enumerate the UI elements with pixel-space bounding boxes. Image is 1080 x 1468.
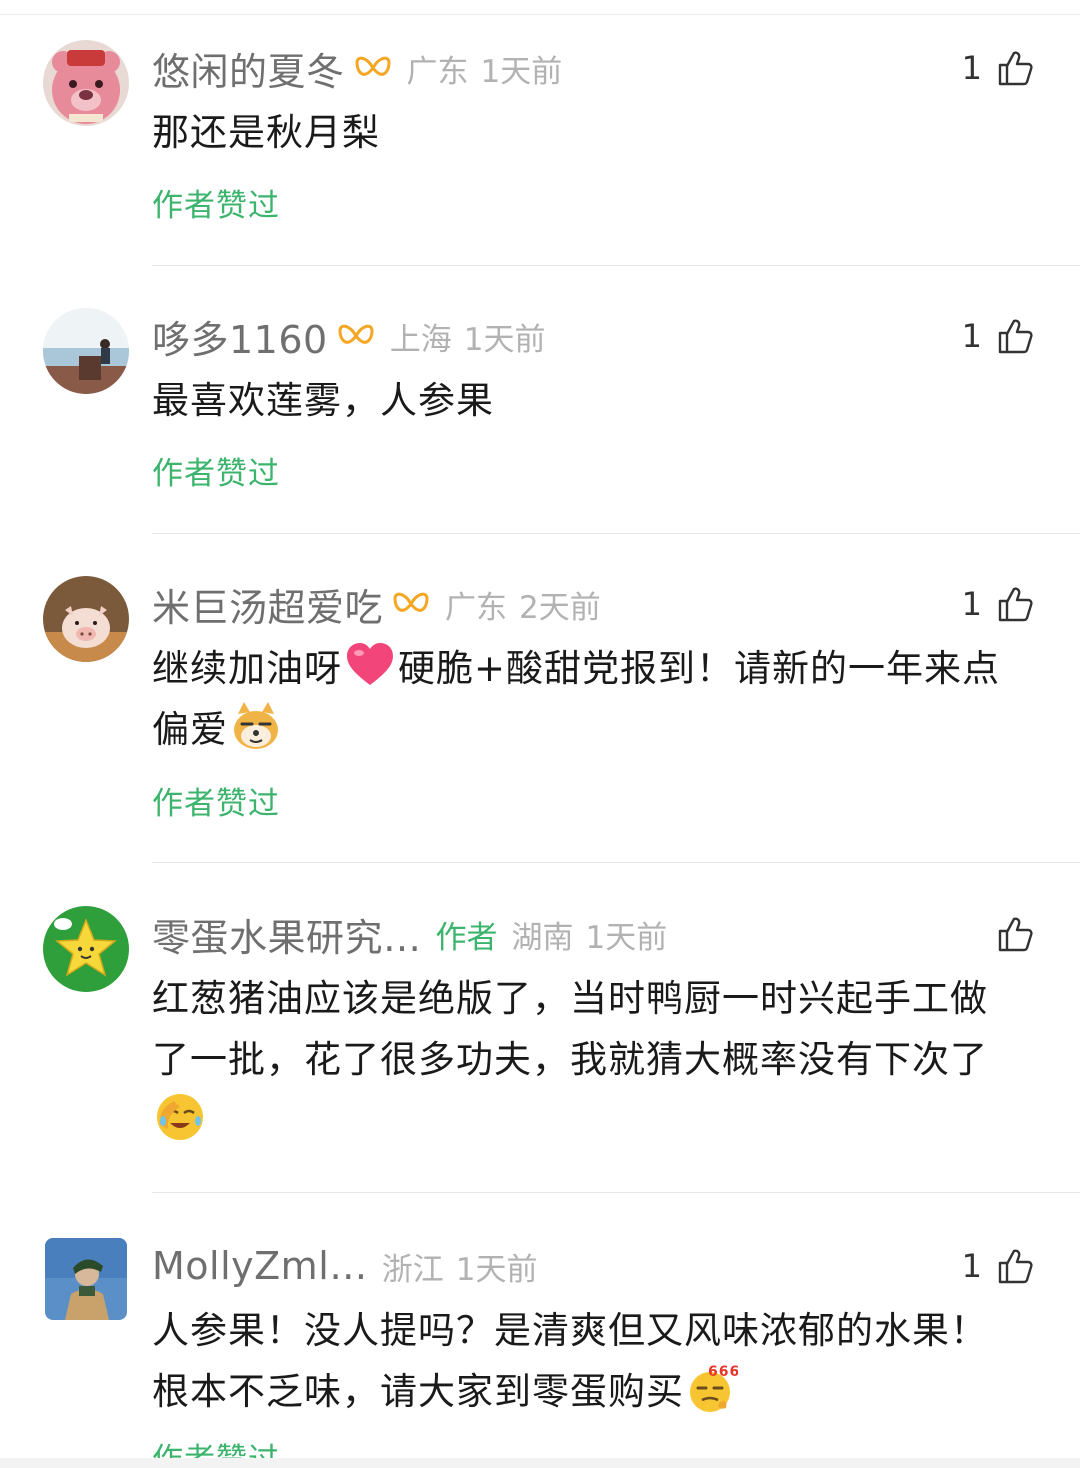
like-button[interactable]: 1 [962,580,1034,628]
avatar[interactable] [45,1238,127,1320]
like-count: 1 [961,317,982,355]
avatar[interactable] [43,308,129,394]
author-liked-label: 作者赞过 [152,188,280,224]
divider [152,533,1080,534]
svg-text:666: 666 [708,1364,738,1380]
bottom-edge [0,1458,1080,1468]
comment-region: 浙江 [381,1251,444,1288]
comment-meta: MollyZml… 浙江 1天前 [152,1240,537,1292]
fans-badge-icon [391,587,431,621]
like-count: 1 [961,585,982,623]
comment-text: 最喜欢莲雾，人参果 [152,370,1042,431]
comment-text-segment: 硬脆+酸甜党报到！请新的一年来点 [398,647,1001,690]
comment-text-line: 最喜欢莲雾，人参果 [152,379,494,422]
divider [152,265,1080,266]
thumb-up-icon [996,1247,1034,1285]
username[interactable]: MollyZml… [152,1244,368,1288]
comment-time: 1天前 [463,321,546,358]
666-emoji-icon: 666 [686,1362,739,1414]
thumb-up-icon [996,49,1034,87]
comment-meta: 米巨汤超爱吃 广东 2天前 [152,578,601,630]
avatar[interactable] [43,40,129,126]
like-button[interactable]: 1 [962,1242,1034,1290]
comment-meta: 哆多1160 上海 1天前 [152,310,545,362]
comment-meta: 悠闲的夏冬 广东 1天前 [152,42,562,94]
fans-badge-icon [353,51,393,85]
comment-text: 人参果！没人提吗？是清爽但又风味浓郁的水果！ 根本不乏味，请大家到零蛋购买 666 [152,1300,1042,1422]
thumb-up-icon [996,317,1034,355]
like-button[interactable] [982,910,1034,958]
fans-badge-icon [336,319,376,353]
comment-time: 1天前 [455,1251,538,1288]
comment-region: 广东 [406,53,469,90]
comment-text-line: 红葱猪油应该是绝版了，当时鸭厨一时兴起手工做 [152,977,988,1020]
comment-text-line: 那还是秋月梨 [152,111,380,154]
comment-region: 上海 [389,321,452,358]
comment-time: 1天前 [585,919,668,956]
username[interactable]: 零蛋水果研究… [152,907,422,962]
comment-text-segment: 继续加油呀 [152,647,342,690]
comment-meta: 零蛋水果研究… 作者 湖南 1天前 [152,908,667,960]
divider [152,862,1080,863]
thumb-up-icon [996,915,1034,953]
like-button[interactable]: 1 [962,312,1034,360]
like-count: 1 [961,49,982,87]
doge-emoji-icon [230,700,282,752]
facepalm-laugh-emoji-icon [154,1091,206,1143]
comment-text-line: 根本不乏味，请大家到零蛋购买 [152,1370,684,1413]
comment-time: 1天前 [480,53,563,90]
author-tag: 作者 [435,919,498,956]
comment-text: 红葱猪油应该是绝版了，当时鸭厨一时兴起手工做 了一批，花了很多功夫，我就猜大概率… [152,968,1042,1151]
username[interactable]: 米巨汤超爱吃 [152,577,383,632]
like-count: 1 [961,1247,982,1285]
comment-time: 2天前 [519,589,601,626]
author-liked-label: 作者赞过 [152,456,280,492]
username[interactable]: 哆多1160 [152,309,328,364]
thumb-up-icon [996,585,1034,623]
avatar[interactable] [43,906,129,992]
avatar[interactable] [43,576,129,662]
divider [152,1192,1080,1193]
author-liked-label: 作者赞过 [152,786,280,822]
top-divider [0,14,1080,15]
comment-region: 广东 [445,589,508,626]
comment-text-segment: 偏爱 [152,708,228,751]
comment-text: 那还是秋月梨 [152,102,1042,163]
comment-text-line: 人参果！没人提吗？是清爽但又风味浓郁的水果！ [152,1309,988,1352]
username[interactable]: 悠闲的夏冬 [152,41,345,96]
comment-region: 湖南 [511,919,574,956]
comment-text-line: 了一批，花了很多功夫，我就猜大概率没有下次了 [152,1038,988,1081]
like-button[interactable]: 1 [962,44,1034,92]
comment-text: 继续加油呀 硬脆+酸甜党报到！请新的一年来点偏爱 [152,638,1042,760]
heart-emoji-icon [344,639,396,691]
